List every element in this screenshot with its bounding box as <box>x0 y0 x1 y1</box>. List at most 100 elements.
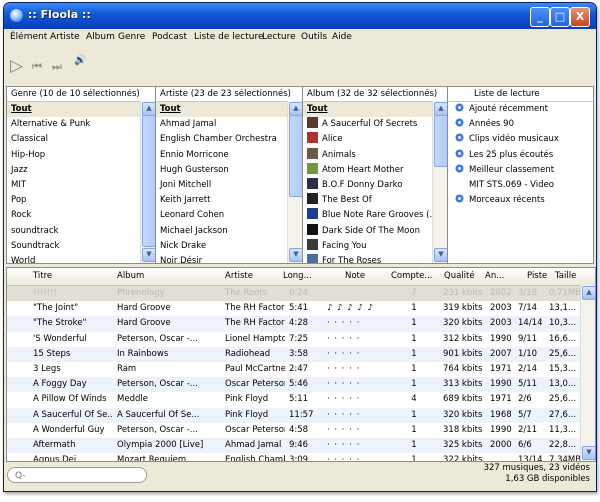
scroll-up-icon[interactable]: ▲ <box>142 102 155 116</box>
col-length[interactable]: Long... <box>283 271 312 281</box>
song-rating[interactable]: · · · · · <box>327 362 389 377</box>
search-input[interactable]: Q- <box>7 467 147 483</box>
song-scrollbar[interactable]: ▲ ▼ <box>580 285 595 461</box>
menu-tools[interactable]: Outils <box>301 32 327 42</box>
song-row[interactable]: ♫A Wonderful GuyPeterson, Oscar -...Osca… <box>7 423 581 438</box>
song-row[interactable]: ♫AftermathOlympia 2000 [Live]Ahmad Jamal… <box>7 438 581 454</box>
album-item[interactable]: Animals <box>303 147 447 163</box>
song-row[interactable]: ♫A Foggy DayPeterson, Oscar -...Oscar Pe… <box>7 377 581 393</box>
playlist-item[interactable]: Ajouté récemment <box>448 102 593 117</box>
menu-playlist[interactable]: Liste de lecture <box>194 32 264 42</box>
playlist-item[interactable]: Clips vidéo musicaux <box>448 132 593 147</box>
album-item[interactable]: Atom Heart Mother <box>303 162 447 178</box>
artist-item[interactable]: Michael Jackson <box>156 224 302 239</box>
col-title[interactable]: Titre <box>33 271 52 281</box>
scroll-thumb[interactable] <box>434 115 447 167</box>
menu-playback[interactable]: Lecture <box>262 32 296 42</box>
playlist-item[interactable]: Années 90 <box>448 117 593 132</box>
song-row[interactable]: ♫3 LegsRamPaul McCartney2:47· · · · ·176… <box>7 362 581 377</box>
col-year[interactable]: An... <box>485 271 504 281</box>
artist-item[interactable]: Joni Mitchell <box>156 178 302 193</box>
album-item[interactable]: The Best Of <box>303 193 447 208</box>
artist-item[interactable]: Tout <box>156 102 302 118</box>
song-rating[interactable]: · · · · · <box>327 438 389 453</box>
scroll-up-icon[interactable]: ▲ <box>289 102 302 116</box>
song-rating[interactable]: · · · · · <box>327 347 389 362</box>
genre-item[interactable]: Jazz <box>7 163 155 178</box>
scroll-thumb[interactable] <box>142 115 155 247</box>
scroll-down-icon[interactable]: ▼ <box>434 248 447 262</box>
scroll-down-icon[interactable]: ▼ <box>142 248 155 262</box>
artist-item[interactable]: Noir Désir <box>156 254 302 263</box>
scroll-down-icon[interactable]: ▼ <box>582 446 595 460</box>
song-rating[interactable]: · · · · · <box>327 332 389 347</box>
col-size[interactable]: Taille <box>555 271 576 281</box>
genre-item[interactable]: Pop <box>7 193 155 208</box>
play-icon[interactable]: ▷ <box>10 56 23 76</box>
playlist-item[interactable]: MIT STS.069 - Video <box>448 178 593 193</box>
album-item[interactable]: B.O.F Donny Darko <box>303 177 447 193</box>
menu-podcast[interactable]: Podcast <box>152 32 187 42</box>
menu-help[interactable]: Aide <box>332 32 352 42</box>
scroll-thumb[interactable] <box>289 115 302 197</box>
col-rating[interactable]: Note <box>345 271 365 281</box>
genre-scrollbar[interactable]: ▲ ▼ <box>140 101 155 263</box>
artist-item[interactable]: Hugh Gusterson <box>156 163 302 178</box>
song-row[interactable]: ♫15 StepsIn RainbowsRadiohead3:58· · · ·… <box>7 346 581 362</box>
col-artist[interactable]: Artiste <box>225 271 253 281</box>
scroll-up-icon[interactable]: ▲ <box>434 102 447 116</box>
song-rating[interactable]: · · · · · <box>327 377 389 392</box>
artist-item[interactable]: Keith Jarrett <box>156 193 302 208</box>
genre-item[interactable]: Rock <box>7 208 155 223</box>
artist-item[interactable]: Ennio Morricone <box>156 148 302 163</box>
genre-item[interactable]: Soundtrack <box>7 239 155 254</box>
col-album[interactable]: Album <box>117 271 144 281</box>
maximize-button[interactable]: □ <box>550 7 570 27</box>
artist-scrollbar[interactable]: ▲ ▼ <box>287 101 302 263</box>
menu-album[interactable]: Album <box>86 32 115 42</box>
song-rating[interactable]: ♪ ♪ ♪ ♪ ♪ <box>327 301 389 316</box>
playlist-item[interactable]: Les 25 plus écoutés <box>448 148 593 163</box>
menu-artist[interactable]: Artiste <box>50 32 80 42</box>
song-row[interactable]: ♫"The Joint"Hard GrooveThe RH Factor5:41… <box>7 301 581 316</box>
artist-item[interactable]: English Chamber Orchestra <box>156 132 302 147</box>
album-item[interactable]: For The Roses <box>303 253 447 263</box>
close-button[interactable]: X <box>570 7 590 27</box>
song-rating[interactable]: · · · · · <box>327 316 389 331</box>
col-quality[interactable]: Qualité <box>444 271 475 281</box>
minimize-button[interactable]: _ <box>530 7 550 27</box>
scroll-up-icon[interactable]: ▲ <box>582 286 595 300</box>
artist-item[interactable]: Leonard Cohen <box>156 208 302 223</box>
artist-item[interactable]: Nick Drake <box>156 239 302 254</box>
album-item[interactable]: Tout <box>303 102 447 118</box>
album-scrollbar[interactable]: ▲ ▼ <box>432 101 447 263</box>
genre-item[interactable]: Alternative & Punk <box>7 117 155 132</box>
album-item[interactable]: A Saucerful Of Secrets <box>303 117 447 132</box>
album-item[interactable]: Facing You <box>303 238 447 254</box>
genre-item[interactable]: MIT <box>7 178 155 193</box>
genre-item[interactable]: World <box>7 254 155 263</box>
album-item[interactable]: Dark Side Of The Moon <box>303 223 447 239</box>
genre-item[interactable]: Tout <box>7 102 155 118</box>
genre-item[interactable]: Hip-Hop <box>7 148 155 163</box>
song-row[interactable]: ♫!!!!!!!PhrenologyThe Roots0:247231 kbit… <box>7 286 581 302</box>
album-item[interactable]: Alice <box>303 132 447 147</box>
song-row[interactable]: ♫A Pillow Of WindsMeddlePink Floyd5:11· … <box>7 392 581 407</box>
title-bar[interactable]: :: Floola :: _ □ X <box>4 3 596 29</box>
volume-icon[interactable]: 🔊 <box>74 55 86 66</box>
genre-item[interactable]: soundtrack <box>7 224 155 239</box>
song-row[interactable]: ♫A Saucerful Of Se...A Saucerful Of Se..… <box>7 407 581 423</box>
scroll-down-icon[interactable]: ▼ <box>289 248 302 262</box>
col-track[interactable]: Piste <box>527 271 547 281</box>
col-count[interactable]: Compte... <box>391 271 432 281</box>
previous-icon[interactable]: ⏮ <box>32 60 42 74</box>
song-row[interactable]: ♫'S WonderfulPeterson, Oscar -...Lionel … <box>7 332 581 347</box>
album-item[interactable]: Blue Note Rare Grooves (... <box>303 208 447 223</box>
playlist-item[interactable]: Meilleur classement <box>448 163 593 178</box>
genre-item[interactable]: Classical <box>7 132 155 147</box>
menu-element[interactable]: Élément <box>10 32 47 42</box>
artist-item[interactable]: Ahmad Jamal <box>156 117 302 132</box>
menu-genre[interactable]: Genre <box>118 32 145 42</box>
song-rating[interactable]: · · · · · <box>327 392 389 407</box>
song-rating[interactable]: · · · · · <box>327 423 389 438</box>
